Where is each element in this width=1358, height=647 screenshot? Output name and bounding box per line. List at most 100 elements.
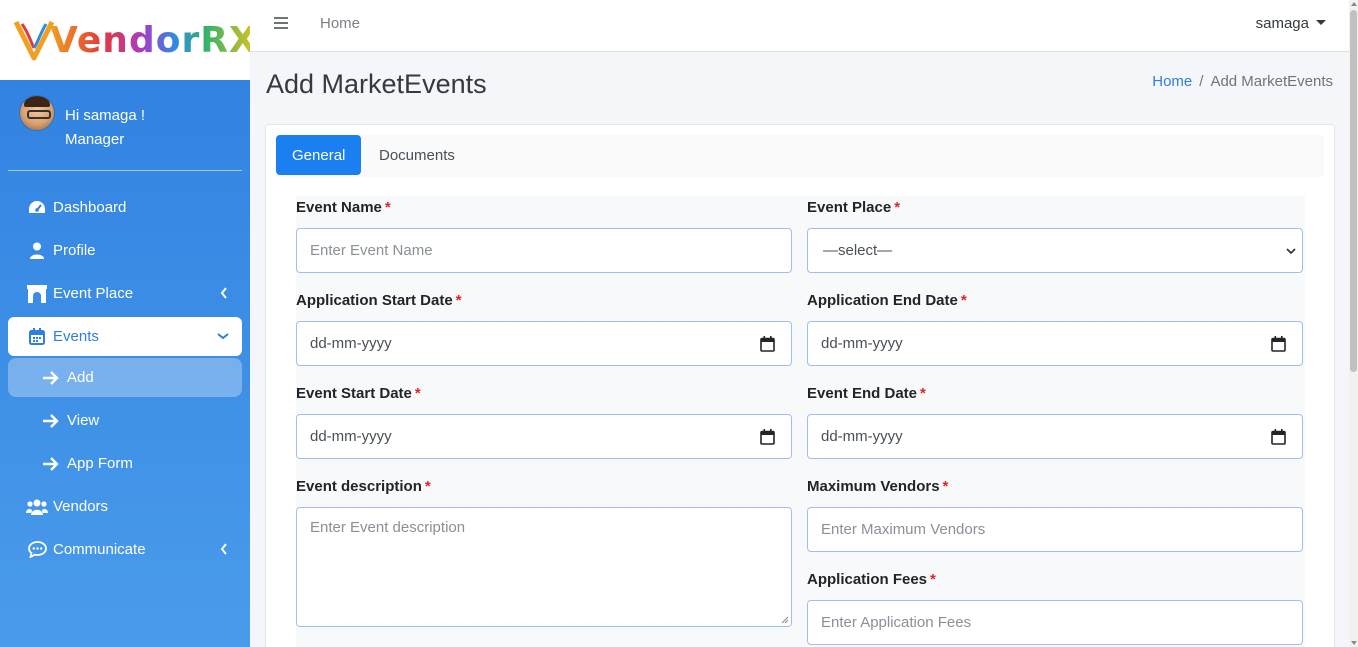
event-place-label: Event Place * [807,199,901,216]
users-icon [26,497,48,517]
tab-general[interactable]: General [276,135,362,175]
event-name-placeholder: Enter Event Name [310,242,433,259]
sidebar-nav: Dashboard Profile Event Place Events Add… [8,186,242,571]
event-description-textarea[interactable]: Enter Event description [296,507,792,627]
breadcrumb-home-link[interactable]: Home [1152,73,1192,90]
sidebar-item-vendors[interactable]: Vendors [8,485,242,528]
sidebar-item-label: Vendors [53,498,109,515]
form-tabs: General Documents [276,135,1324,177]
event-start-date-label: Event Start Date * [296,385,421,402]
event-name-group: Event Name * Enter Event Name [296,199,792,273]
user-dropdown[interactable]: samaga [1256,15,1326,32]
sidebar-subitem-add[interactable]: Add [8,358,242,397]
tachometer-icon [26,198,48,218]
archway-icon [26,284,48,304]
event-name-label: Event Name * [296,199,391,216]
event-description-label: Event description * [296,478,431,495]
sidebar-subitem-app-form[interactable]: App Form [8,442,242,485]
maximum-vendors-input[interactable]: Enter Maximum Vendors [807,507,1303,552]
event-start-date-input[interactable]: dd-mm-yyyy [296,414,792,459]
event-end-date-group: Event End Date * dd-mm-yyyy [807,385,1303,459]
application-fees-input[interactable]: Enter Application Fees [807,600,1303,645]
event-start-date-group: Event Start Date * dd-mm-yyyy [296,385,792,459]
sidebar-item-profile[interactable]: Profile [8,229,242,272]
calendar-icon [26,327,48,347]
date-format-text: dd-mm-yyyy [310,335,392,352]
sidebar-item-label: Dashboard [53,199,127,216]
brand-name: VendorRX [50,19,258,61]
sidebar-item-label: Events [53,328,99,345]
vendorrx-logo[interactable]: VendorRX SM [14,10,272,70]
sidebar-item-event-place[interactable]: Event Place [8,272,242,315]
page-scrollbar[interactable] [1349,0,1358,647]
maximum-vendors-placeholder: Enter Maximum Vendors [821,521,986,538]
user-info: Hi samaga ! Manager [65,104,145,170]
sidebar-subitem-label: Add [67,369,94,386]
application-end-date-label: Application End Date * [807,292,967,309]
application-start-date-input[interactable]: dd-mm-yyyy [296,321,792,366]
event-place-selected: —select— [823,242,893,259]
scrollbar-thumb[interactable] [1350,10,1357,372]
chevron-down-icon [217,333,229,340]
sidebar-item-events[interactable]: Events [8,317,242,356]
top-navbar: Home samaga [250,0,1349,52]
arrow-right-icon [42,413,60,428]
hamburger-menu-icon[interactable] [274,16,288,30]
user-icon [26,241,48,261]
chevron-left-icon [220,543,227,555]
avatar[interactable] [20,96,54,130]
sidebar-item-label: Communicate [53,541,146,558]
maximum-vendors-group: Maximum Vendors * Enter Maximum Vendors [807,478,1303,552]
date-format-text: dd-mm-yyyy [821,335,903,352]
date-format-text: dd-mm-yyyy [310,428,392,445]
calendar-picker-icon[interactable] [1271,336,1286,352]
application-end-date-input[interactable]: dd-mm-yyyy [807,321,1303,366]
application-start-date-group: Application Start Date * dd-mm-yyyy [296,292,792,366]
event-place-select[interactable]: —select— [807,228,1303,273]
event-end-date-input[interactable]: dd-mm-yyyy [807,414,1303,459]
application-start-date-label: Application Start Date * [296,292,462,309]
maximum-vendors-label: Maximum Vendors * [807,478,949,495]
scroll-down-arrow-icon[interactable] [1351,641,1357,645]
sidebar-item-dashboard[interactable]: Dashboard [8,186,242,229]
form-card: General Documents Event Name * Enter Even… [265,124,1335,647]
application-fees-placeholder: Enter Application Fees [821,614,972,631]
arrow-right-icon [42,370,60,385]
sidebar-item-label: Event Place [53,285,134,302]
logo-v-icon [14,20,54,61]
breadcrumb-separator: / [1199,73,1204,90]
user-name: samaga [1255,15,1309,32]
event-description-placeholder: Enter Event description [310,519,466,536]
event-description-group: Event description * Enter Event descripti… [296,478,792,627]
user-panel: Hi samaga ! Manager [8,90,242,171]
sidebar-subitem-label: App Form [67,455,133,472]
chevron-down-icon [1286,248,1296,255]
topbar-home-link[interactable]: Home [320,15,360,32]
user-role: Manager [65,131,125,148]
resize-handle-icon[interactable] [781,616,789,624]
application-fees-group: Application Fees * Enter Application Fees [807,571,1303,645]
general-form: Event Name * Enter Event Name Event Place… [296,196,1305,647]
chevron-left-icon [220,287,227,299]
arrow-right-icon [42,456,60,471]
breadcrumb-current: Add MarketEvents [1210,73,1333,90]
event-name-input[interactable]: Enter Event Name [296,228,792,273]
breadcrumb: Home / Add MarketEvents [1152,73,1333,90]
caret-down-icon [1316,20,1326,25]
sidebar-subitem-label: View [67,412,100,429]
page-title: Add MarketEvents [266,69,487,99]
application-end-date-group: Application End Date * dd-mm-yyyy [807,292,1303,366]
brand[interactable]: VendorRX SM [0,0,272,80]
calendar-picker-icon[interactable] [1271,429,1286,445]
sidebar-item-communicate[interactable]: Communicate [8,528,242,571]
sidebar: VendorRX SM Hi samaga ! Manager Dashboar… [0,0,272,647]
sidebar-item-label: Profile [53,242,96,259]
sidebar-subitem-view[interactable]: View [8,399,242,442]
user-greeting: Hi samaga ! [65,107,146,124]
event-place-group: Event Place * —select— [807,199,1303,273]
comment-dots-icon [26,540,48,560]
scroll-up-arrow-icon[interactable] [1351,2,1357,6]
calendar-picker-icon[interactable] [760,429,775,445]
calendar-picker-icon[interactable] [760,336,775,352]
tab-documents[interactable]: Documents [363,135,471,175]
